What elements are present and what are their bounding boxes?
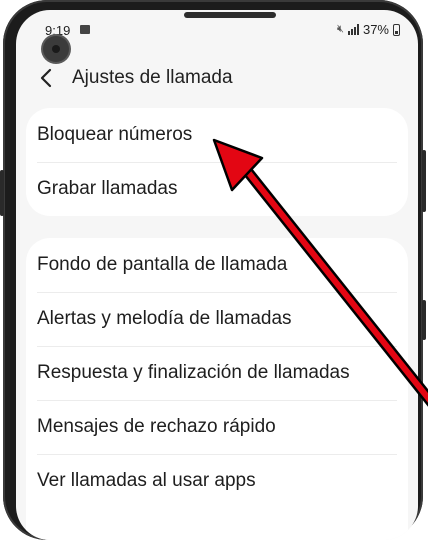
battery-icon — [393, 23, 400, 36]
signal-icon — [347, 24, 359, 35]
battery-percent: 37% — [362, 22, 389, 37]
gallery-icon — [80, 25, 90, 34]
power-button — [422, 150, 426, 212]
settings-card-call-options: Fondo de pantalla de llamada Alertas y m… — [26, 238, 408, 540]
page-title: Ajustes de llamada — [72, 67, 233, 88]
settings-item-block-numbers[interactable]: Bloquear números — [26, 108, 408, 162]
mute-icon: 🔇︎ — [337, 23, 344, 35]
settings-item-ringtones[interactable]: Alertas y melodía de llamadas — [26, 292, 408, 346]
status-right: 🔇︎ 37% — [337, 22, 400, 37]
settings-item-call-background[interactable]: Fondo de pantalla de llamada — [26, 238, 408, 292]
settings-item-label: Grabar llamadas — [37, 178, 178, 199]
settings-item-record-calls[interactable]: Grabar llamadas — [26, 162, 408, 216]
settings-item-label: Fondo de pantalla de llamada — [37, 254, 288, 275]
phone-frame: 9:19 🔇︎ 37% Ajustes de llamada Bloquear … — [0, 0, 426, 540]
settings-item-answer-end[interactable]: Respuesta y finalización de llamadas — [26, 346, 408, 400]
volume-button — [0, 170, 4, 216]
settings-item-label: Respuesta y finalización de llamadas — [37, 362, 350, 383]
phone-screen: 9:19 🔇︎ 37% Ajustes de llamada Bloquear … — [16, 10, 418, 540]
settings-item-label: Alertas y melodía de llamadas — [37, 308, 292, 329]
settings-item-label: Mensajes de rechazo rápido — [37, 416, 276, 437]
settings-card-blocking: Bloquear números Grabar llamadas — [26, 108, 408, 216]
side-key — [422, 300, 426, 340]
settings-item-label: Bloquear números — [37, 124, 193, 145]
settings-item-label: Ver llamadas al usar apps — [37, 470, 256, 491]
status-bar: 9:19 🔇︎ 37% — [16, 10, 418, 38]
chevron-left-icon[interactable] — [32, 64, 60, 92]
app-header: Ajustes de llamada — [16, 58, 418, 98]
settings-item-quick-decline[interactable]: Mensajes de rechazo rápido — [26, 400, 408, 454]
